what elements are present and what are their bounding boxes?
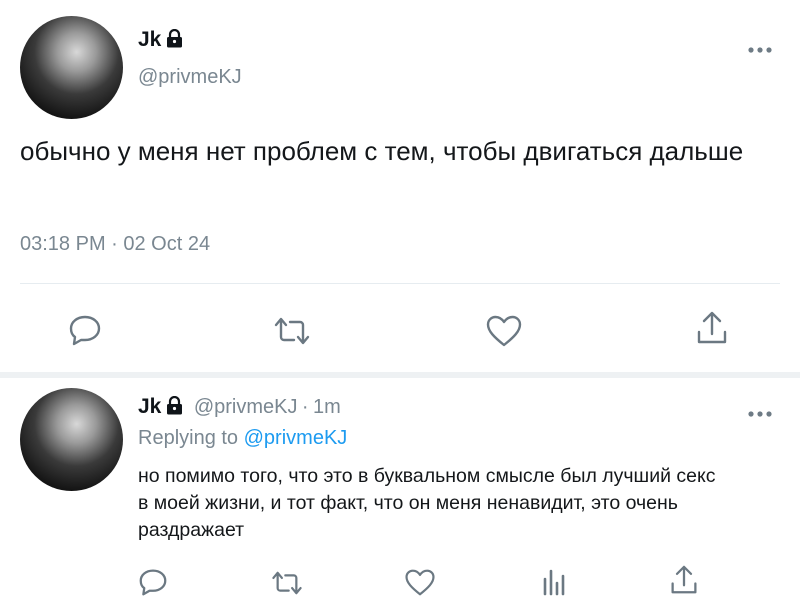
reply-icon [68, 314, 102, 346]
section-separator [0, 372, 800, 378]
meta-separator: · [301, 396, 309, 418]
more-horizontal-icon [747, 394, 773, 424]
like-button[interactable] [485, 314, 523, 348]
reply-icon [138, 568, 168, 596]
reply-button[interactable] [68, 314, 102, 346]
reply-text: но помимо того, что это в буквальном смы… [138, 465, 716, 541]
author-name-row: Jk [138, 28, 183, 53]
reply-like-button[interactable] [404, 568, 436, 597]
reply-header: Jk @privmeKJ · 1m [138, 395, 341, 420]
reply-display-name[interactable]: Jk [138, 395, 161, 418]
divider [20, 283, 780, 284]
like-icon [404, 568, 436, 597]
lock-icon [166, 395, 183, 420]
analytics-icon [541, 567, 567, 597]
reply-analytics-button[interactable] [541, 567, 567, 597]
share-button[interactable] [696, 310, 728, 346]
author-handle[interactable]: @privmeKJ [138, 66, 242, 89]
reply-avatar[interactable] [20, 388, 123, 491]
retweet-button[interactable] [272, 316, 312, 346]
tweet-timestamp[interactable]: 03:18 PM · 02 Oct 24 [20, 233, 210, 256]
replying-to-label: Replying to [138, 427, 239, 449]
more-horizontal-icon [747, 30, 773, 60]
retweet-icon [272, 316, 312, 346]
avatar[interactable] [20, 16, 123, 119]
more-options-button[interactable] [747, 40, 773, 54]
reply-age[interactable]: 1m [313, 396, 341, 418]
reply-retweet-button[interactable] [270, 570, 304, 596]
display-name[interactable]: Jk [138, 28, 161, 51]
reply-handle[interactable]: @privmeKJ [194, 396, 298, 418]
retweet-icon [270, 570, 304, 596]
share-icon [670, 564, 698, 596]
like-icon [485, 314, 523, 348]
reply-reply-button[interactable] [138, 568, 168, 596]
replying-to-line: Replying to @privmeKJ [138, 427, 347, 450]
share-icon [696, 310, 728, 346]
reply-share-button[interactable] [670, 564, 698, 596]
replying-to-handle[interactable]: @privmeKJ [244, 427, 348, 449]
lock-icon [166, 28, 183, 53]
reply-more-options-button[interactable] [747, 404, 773, 418]
tweet-text: обычно у меня нет проблем с тем, чтобы д… [20, 136, 744, 166]
